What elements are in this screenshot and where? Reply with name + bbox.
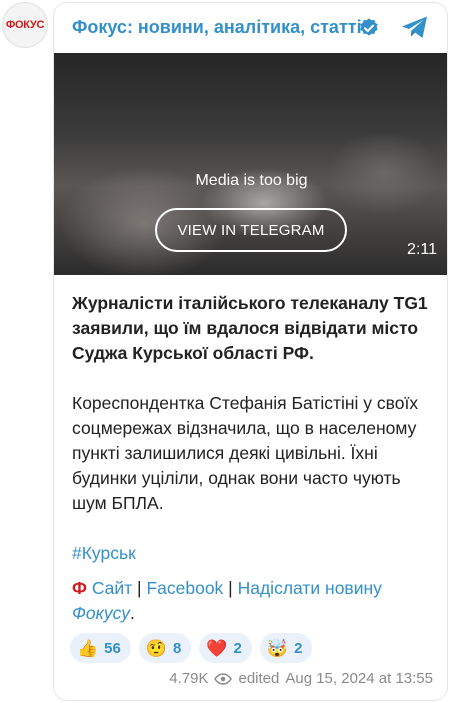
post-footer: 4.79K edited Aug 15, 2024 at 13:55 bbox=[169, 670, 433, 687]
post-headline: Журналісти італійського телеканалу TG1 з… bbox=[72, 293, 428, 363]
avatar-logo-text: ФОКУС bbox=[5, 19, 45, 31]
link-separator: | bbox=[132, 578, 147, 598]
reactions-bar: 👍 56 🤨 8 ❤️ 2 🤯 2 bbox=[70, 633, 313, 663]
exploding-head-icon: 🤯 bbox=[266, 638, 289, 658]
thumbs-up-icon: 👍 bbox=[77, 638, 99, 658]
link-separator: | bbox=[223, 578, 238, 598]
telegram-post-card: Фокус: новини, аналітика, статті Media i… bbox=[53, 2, 448, 701]
reaction-count: 8 bbox=[173, 639, 182, 657]
focus-logo-icon: Ф bbox=[72, 578, 87, 598]
post-body: Кореспондентка Стефанія Батістіні у свої… bbox=[72, 393, 419, 513]
reaction-count: 2 bbox=[233, 639, 242, 657]
facebook-link[interactable]: Facebook bbox=[146, 578, 223, 598]
hashtag-link[interactable]: #Курськ bbox=[72, 541, 437, 566]
reaction-thumbs-up[interactable]: 👍 56 bbox=[70, 633, 131, 663]
reaction-count: 56 bbox=[104, 639, 121, 657]
view-in-telegram-button[interactable]: VIEW IN TELEGRAM bbox=[155, 208, 347, 252]
post-timestamp[interactable]: Aug 15, 2024 at 13:55 bbox=[285, 670, 433, 687]
site-link[interactable]: Сайт bbox=[92, 578, 132, 598]
reaction-count: 2 bbox=[294, 639, 303, 657]
verified-badge-icon bbox=[360, 18, 378, 36]
video-duration: 2:11 bbox=[407, 241, 437, 258]
channel-title[interactable]: Фокус: новини, аналітика, статті bbox=[72, 17, 362, 38]
channel-avatar[interactable]: ФОКУС bbox=[2, 2, 48, 48]
raised-eyebrow-face-icon: 🤨 bbox=[145, 638, 168, 658]
telegram-plane-icon[interactable] bbox=[400, 13, 430, 41]
reaction-heart[interactable]: ❤️ 2 bbox=[199, 633, 252, 663]
post-links: Ф Сайт | Facebook | Надіслати новину Фок… bbox=[72, 576, 437, 626]
period-text: . bbox=[129, 603, 135, 623]
heart-icon: ❤️ bbox=[206, 638, 228, 658]
reaction-raised-eyebrow[interactable]: 🤨 8 bbox=[138, 633, 192, 663]
reaction-exploding-head[interactable]: 🤯 2 bbox=[259, 633, 313, 663]
send-news-link[interactable]: Надіслати новину bbox=[238, 578, 382, 598]
post-header: Фокус: новини, аналітика, статті bbox=[54, 3, 447, 53]
focus-link[interactable]: Фокусу bbox=[72, 603, 130, 623]
media-too-big-note: Media is too big bbox=[195, 172, 308, 189]
view-count: 4.79K bbox=[169, 670, 209, 687]
eye-icon bbox=[214, 672, 233, 685]
edited-label: edited bbox=[238, 670, 280, 687]
video-preview[interactable]: Media is too big VIEW IN TELEGRAM 2:11 bbox=[54, 53, 447, 275]
post-text: Журналісти італійського телеканалу TG1 з… bbox=[72, 291, 437, 566]
